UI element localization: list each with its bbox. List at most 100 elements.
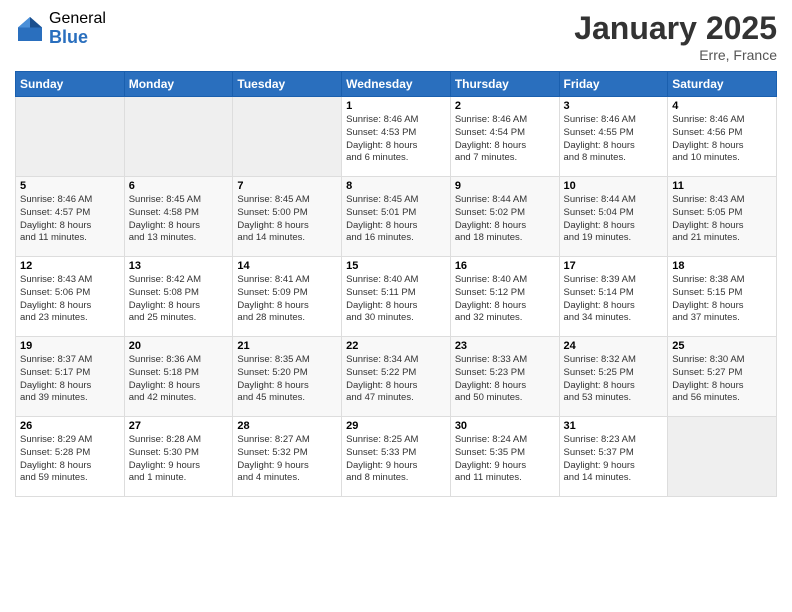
calendar-cell: 8 Sunrise: 8:45 AM Sunset: 5:01 PM Daylig… (342, 177, 451, 257)
day-info: Sunrise: 8:46 AM Sunset: 4:56 PM Dayligh… (672, 114, 772, 165)
day-number: 22 (346, 340, 446, 352)
calendar-cell: 15 Sunrise: 8:40 AM Sunset: 5:11 PM Dayli… (342, 257, 451, 337)
day-info: Sunrise: 8:44 AM Sunset: 5:02 PM Dayligh… (455, 194, 555, 245)
calendar-cell: 22Sunrise: 8:34 AM Sunset: 5:22 PM Dayli… (342, 337, 451, 417)
day-info: Sunrise: 8:41 AM Sunset: 5:09 PM Dayligh… (237, 274, 337, 325)
day-info: Sunrise: 8:46 AM Sunset: 4:55 PM Dayligh… (564, 114, 664, 165)
logo-text: General Blue (49, 10, 106, 47)
day-info: Sunrise: 8:27 AM Sunset: 5:32 PM Dayligh… (237, 434, 337, 485)
day-number: 25 (672, 340, 772, 352)
day-info: Sunrise: 8:29 AM Sunset: 5:28 PM Dayligh… (20, 434, 120, 485)
day-info: Sunrise: 8:45 AM Sunset: 4:58 PM Dayligh… (129, 194, 229, 245)
day-info: Sunrise: 8:36 AM Sunset: 5:18 PM Dayligh… (129, 354, 229, 405)
calendar-cell: 18Sunrise: 8:38 AM Sunset: 5:15 PM Dayli… (668, 257, 777, 337)
calendar-cell: 16 Sunrise: 8:40 AM Sunset: 5:12 PM Dayli… (450, 257, 559, 337)
col-monday: Monday (124, 72, 233, 97)
day-info: Sunrise: 8:39 AM Sunset: 5:14 PM Dayligh… (564, 274, 664, 325)
day-number: 30 (455, 420, 555, 432)
calendar-cell (124, 97, 233, 177)
calendar-cell: 5Sunrise: 8:46 AM Sunset: 4:57 PM Daylig… (16, 177, 125, 257)
day-number: 5 (20, 180, 120, 192)
col-thursday: Thursday (450, 72, 559, 97)
day-number: 6 (129, 180, 229, 192)
week-row-4: 19 Sunrise: 8:37 AM Sunset: 5:17 PM Dayli… (16, 337, 777, 417)
calendar-cell: 30 Sunrise: 8:24 AM Sunset: 5:35 PM Dayli… (450, 417, 559, 497)
calendar-cell: 31 Sunrise: 8:23 AM Sunset: 5:37 PM Dayli… (559, 417, 668, 497)
calendar-cell: 6 Sunrise: 8:45 AM Sunset: 4:58 PM Daylig… (124, 177, 233, 257)
calendar-body: 1Sunrise: 8:46 AM Sunset: 4:53 PM Daylig… (16, 97, 777, 497)
day-number: 29 (346, 420, 446, 432)
col-saturday: Saturday (668, 72, 777, 97)
day-info: Sunrise: 8:46 AM Sunset: 4:54 PM Dayligh… (455, 114, 555, 165)
days-row: Sunday Monday Tuesday Wednesday Thursday… (16, 72, 777, 97)
day-number: 4 (672, 100, 772, 112)
title-area: January 2025 Erre, France (574, 10, 777, 63)
header: General Blue January 2025 Erre, France (15, 10, 777, 63)
col-wednesday: Wednesday (342, 72, 451, 97)
day-info: Sunrise: 8:46 AM Sunset: 4:53 PM Dayligh… (346, 114, 446, 165)
day-number: 16 (455, 260, 555, 272)
calendar-cell: 13 Sunrise: 8:42 AM Sunset: 5:08 PM Dayli… (124, 257, 233, 337)
day-number: 21 (237, 340, 337, 352)
day-number: 8 (346, 180, 446, 192)
calendar-cell: 2 Sunrise: 8:46 AM Sunset: 4:54 PM Daylig… (450, 97, 559, 177)
day-info: Sunrise: 8:42 AM Sunset: 5:08 PM Dayligh… (129, 274, 229, 325)
day-number: 10 (564, 180, 664, 192)
day-info: Sunrise: 8:32 AM Sunset: 5:25 PM Dayligh… (564, 354, 664, 405)
calendar-cell (668, 417, 777, 497)
col-friday: Friday (559, 72, 668, 97)
day-number: 24 (564, 340, 664, 352)
calendar-cell: 7 Sunrise: 8:45 AM Sunset: 5:00 PM Daylig… (233, 177, 342, 257)
calendar-cell: 26 Sunrise: 8:29 AM Sunset: 5:28 PM Dayli… (16, 417, 125, 497)
day-info: Sunrise: 8:33 AM Sunset: 5:23 PM Dayligh… (455, 354, 555, 405)
day-info: Sunrise: 8:45 AM Sunset: 5:00 PM Dayligh… (237, 194, 337, 245)
logo-general: General (49, 10, 106, 28)
day-number: 19 (20, 340, 120, 352)
calendar-cell: 29 Sunrise: 8:25 AM Sunset: 5:33 PM Dayli… (342, 417, 451, 497)
logo-icon (15, 14, 45, 44)
day-info: Sunrise: 8:40 AM Sunset: 5:12 PM Dayligh… (455, 274, 555, 325)
day-info: Sunrise: 8:30 AM Sunset: 5:27 PM Dayligh… (672, 354, 772, 405)
week-row-3: 12Sunrise: 8:43 AM Sunset: 5:06 PM Dayli… (16, 257, 777, 337)
calendar-cell: 20Sunrise: 8:36 AM Sunset: 5:18 PM Dayli… (124, 337, 233, 417)
calendar-header: Sunday Monday Tuesday Wednesday Thursday… (16, 72, 777, 97)
calendar-cell: 11 Sunrise: 8:43 AM Sunset: 5:05 PM Dayli… (668, 177, 777, 257)
day-info: Sunrise: 8:37 AM Sunset: 5:17 PM Dayligh… (20, 354, 120, 405)
day-number: 13 (129, 260, 229, 272)
day-number: 27 (129, 420, 229, 432)
day-info: Sunrise: 8:43 AM Sunset: 5:05 PM Dayligh… (672, 194, 772, 245)
day-number: 15 (346, 260, 446, 272)
calendar: Sunday Monday Tuesday Wednesday Thursday… (15, 71, 777, 497)
day-number: 23 (455, 340, 555, 352)
calendar-cell: 27Sunrise: 8:28 AM Sunset: 5:30 PM Dayli… (124, 417, 233, 497)
logo: General Blue (15, 10, 106, 47)
day-number: 7 (237, 180, 337, 192)
calendar-cell: 23 Sunrise: 8:33 AM Sunset: 5:23 PM Dayli… (450, 337, 559, 417)
day-info: Sunrise: 8:24 AM Sunset: 5:35 PM Dayligh… (455, 434, 555, 485)
day-info: Sunrise: 8:45 AM Sunset: 5:01 PM Dayligh… (346, 194, 446, 245)
day-number: 11 (672, 180, 772, 192)
calendar-cell: 14 Sunrise: 8:41 AM Sunset: 5:09 PM Dayli… (233, 257, 342, 337)
day-number: 14 (237, 260, 337, 272)
week-row-5: 26 Sunrise: 8:29 AM Sunset: 5:28 PM Dayli… (16, 417, 777, 497)
calendar-cell: 24 Sunrise: 8:32 AM Sunset: 5:25 PM Dayli… (559, 337, 668, 417)
day-info: Sunrise: 8:25 AM Sunset: 5:33 PM Dayligh… (346, 434, 446, 485)
day-info: Sunrise: 8:23 AM Sunset: 5:37 PM Dayligh… (564, 434, 664, 485)
calendar-cell (233, 97, 342, 177)
calendar-cell: 10 Sunrise: 8:44 AM Sunset: 5:04 PM Dayli… (559, 177, 668, 257)
day-info: Sunrise: 8:44 AM Sunset: 5:04 PM Dayligh… (564, 194, 664, 245)
location: Erre, France (574, 47, 777, 63)
month-title: January 2025 (574, 10, 777, 47)
calendar-cell: 12Sunrise: 8:43 AM Sunset: 5:06 PM Dayli… (16, 257, 125, 337)
calendar-cell: 3Sunrise: 8:46 AM Sunset: 4:55 PM Daylig… (559, 97, 668, 177)
day-number: 12 (20, 260, 120, 272)
calendar-cell: 25 Sunrise: 8:30 AM Sunset: 5:27 PM Dayli… (668, 337, 777, 417)
col-tuesday: Tuesday (233, 72, 342, 97)
day-number: 2 (455, 100, 555, 112)
calendar-cell: 1Sunrise: 8:46 AM Sunset: 4:53 PM Daylig… (342, 97, 451, 177)
day-number: 26 (20, 420, 120, 432)
day-info: Sunrise: 8:40 AM Sunset: 5:11 PM Dayligh… (346, 274, 446, 325)
day-number: 31 (564, 420, 664, 432)
day-number: 17 (564, 260, 664, 272)
day-info: Sunrise: 8:35 AM Sunset: 5:20 PM Dayligh… (237, 354, 337, 405)
